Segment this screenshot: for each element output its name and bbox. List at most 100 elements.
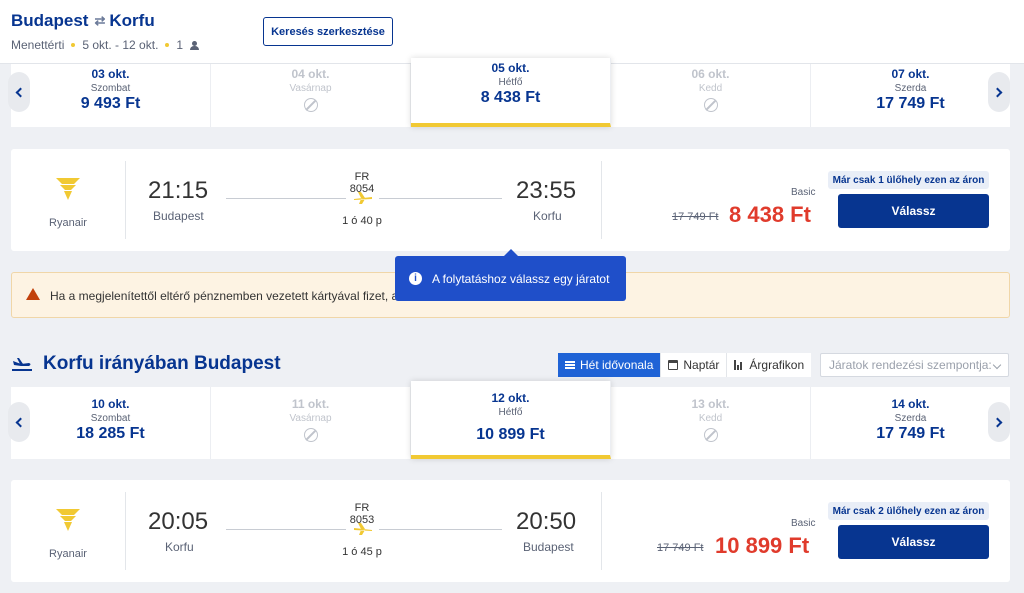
date-label: 05 okt. <box>491 61 530 75</box>
return-section-title: Korfu irányában Budapest <box>11 353 281 375</box>
ryanair-logo-icon <box>56 178 80 200</box>
separator-dot <box>71 43 76 47</box>
chevron-right-icon <box>992 417 1003 427</box>
date-price: 18 285 Ft <box>76 425 145 442</box>
bar-chart-icon <box>734 360 744 370</box>
weekday-label: Szombat <box>90 413 131 424</box>
departure-time: 20:05 <box>148 508 209 535</box>
no-flights-icon <box>703 98 718 112</box>
outbound-date-strip: 03 okt. Szombat 9 493 Ft 04 okt. Vasárna… <box>11 58 1010 127</box>
tab-label: Árgrafikon <box>749 358 805 372</box>
date-label: 12 okt. <box>491 391 530 405</box>
route-line <box>379 529 502 530</box>
flight-duration: 1 ó 45 p <box>342 546 382 558</box>
return-flight-card: Ryanair 20:05 Korfu FR 8053 1 ó 45 p 20:… <box>11 480 1010 582</box>
route-title: Budapest ⇄ Korfu <box>11 11 155 31</box>
trip-dates: 5 okt. - 12 okt. <box>82 38 159 52</box>
passenger-count: 1 <box>176 38 184 52</box>
card-divider <box>601 161 602 239</box>
date-price: 9 493 Ft <box>80 95 141 112</box>
edit-search-button[interactable]: Keresés szerkesztése <box>263 17 393 46</box>
select-flight-tooltip: i A folytatáshoz válassz egy járatot <box>395 249 626 301</box>
destination-city: Korfu <box>109 11 155 30</box>
date-cell: 13 okt. Kedd <box>611 387 811 459</box>
date-label: 07 okt. <box>891 67 930 81</box>
ryanair-logo-icon <box>56 509 80 531</box>
warning-icon <box>26 288 40 300</box>
date-price: 10 899 Ft <box>476 426 545 443</box>
airline-info: Ryanair <box>11 492 126 570</box>
return-date-strip: 10 okt. Szombat 18 285 Ft 11 okt. Vasárn… <box>11 381 1010 459</box>
date-cell[interactable]: 14 okt. Szerda 17 749 Ft <box>811 387 1010 459</box>
trip-summary: Menettérti 5 okt. - 12 okt. 1 <box>11 38 200 52</box>
fare-type: Basic <box>791 187 816 198</box>
arrival-city: Korfu <box>533 209 562 223</box>
departure-city: Budapest <box>153 209 204 223</box>
plane-icon <box>354 192 372 204</box>
chevron-left-icon <box>15 87 26 97</box>
card-divider <box>601 492 602 570</box>
next-dates-button[interactable] <box>988 402 1010 442</box>
prev-dates-button[interactable] <box>8 72 30 112</box>
weekday-label: Hétfő <box>498 407 523 418</box>
round-trip-arrows-icon: ⇄ <box>94 13 105 28</box>
date-price: 8 438 Ft <box>480 89 541 106</box>
tab-label: Naptár <box>683 358 720 372</box>
warning-text: Ha a megjelenítettől eltérő pénznemben v… <box>50 289 399 303</box>
date-label: 03 okt. <box>91 67 130 81</box>
select-flight-button[interactable]: Válassz <box>838 194 989 228</box>
plane-icon <box>354 523 372 535</box>
outbound-flight-card: Ryanair 21:15 Budapest FR 8054 1 ó 40 p … <box>11 149 1010 251</box>
route-line <box>379 198 502 199</box>
date-label: 04 okt. <box>291 67 330 81</box>
date-label: 14 okt. <box>891 397 930 411</box>
weekday-label: Szerda <box>894 413 927 424</box>
weekday-label: Kedd <box>698 83 723 94</box>
sort-placeholder: Járatok rendezési szempontja: <box>829 358 992 372</box>
plane-landing-icon <box>12 358 32 371</box>
seats-left-badge: Már csak 2 ülőhely ezen az áron <box>828 502 989 520</box>
date-cell[interactable]: 07 okt. Szerda 17 749 Ft <box>811 64 1010 127</box>
list-icon <box>565 361 575 369</box>
route-line <box>226 529 346 530</box>
arrival-city: Budapest <box>523 540 574 554</box>
weekday-label: Szerda <box>894 83 927 94</box>
date-cell[interactable]: 03 okt. Szombat 9 493 Ft <box>11 64 211 127</box>
next-dates-button[interactable] <box>988 72 1010 112</box>
no-flights-icon <box>303 428 318 442</box>
departure-city: Korfu <box>165 540 194 554</box>
date-label: 13 okt. <box>691 397 730 411</box>
no-flights-icon <box>303 98 318 112</box>
tab-price-chart[interactable]: Árgrafikon <box>727 353 812 377</box>
tooltip-text: A folytatáshoz válassz egy járatot <box>432 271 610 286</box>
tab-calendar[interactable]: Naptár <box>661 353 728 377</box>
airline-info: Ryanair <box>11 161 126 239</box>
original-price: 17 749 Ft <box>657 542 704 554</box>
date-cell-selected[interactable]: 05 okt. Hétfő 8 438 Ft <box>411 58 611 127</box>
no-flights-icon <box>703 428 718 442</box>
date-cell: 06 okt. Kedd <box>611 64 811 127</box>
flight-price: 10 899 Ft <box>715 533 810 558</box>
original-price: 17 749 Ft <box>672 211 719 223</box>
select-flight-button[interactable]: Válassz <box>838 525 989 559</box>
route-line <box>226 198 346 199</box>
weekday-label: Szombat <box>90 83 131 94</box>
date-cell: 04 okt. Vasárnap <box>211 64 411 127</box>
search-header: Budapest ⇄ Korfu Menettérti 5 okt. - 12 … <box>0 0 1024 64</box>
calendar-icon <box>668 360 679 370</box>
date-price: 17 749 Ft <box>876 95 945 112</box>
tab-week-timeline[interactable]: Hét idővonala <box>558 353 662 377</box>
date-label: 10 okt. <box>91 397 130 411</box>
separator-dot <box>165 43 170 47</box>
sort-select[interactable]: Járatok rendezési szempontja: <box>820 353 1009 377</box>
date-cell[interactable]: 10 okt. Szombat 18 285 Ft <box>11 387 211 459</box>
chevron-left-icon <box>15 417 26 427</box>
date-label: 06 okt. <box>691 67 730 81</box>
prev-dates-button[interactable] <box>8 402 30 442</box>
flight-duration: 1 ó 40 p <box>342 215 382 227</box>
section-title-text: Korfu irányában Budapest <box>43 353 281 374</box>
date-cell-selected[interactable]: 12 okt. Hétfő 10 899 Ft <box>411 381 611 459</box>
date-price: 17 749 Ft <box>876 425 945 442</box>
origin-city: Budapest <box>11 11 89 30</box>
person-icon <box>190 40 200 50</box>
